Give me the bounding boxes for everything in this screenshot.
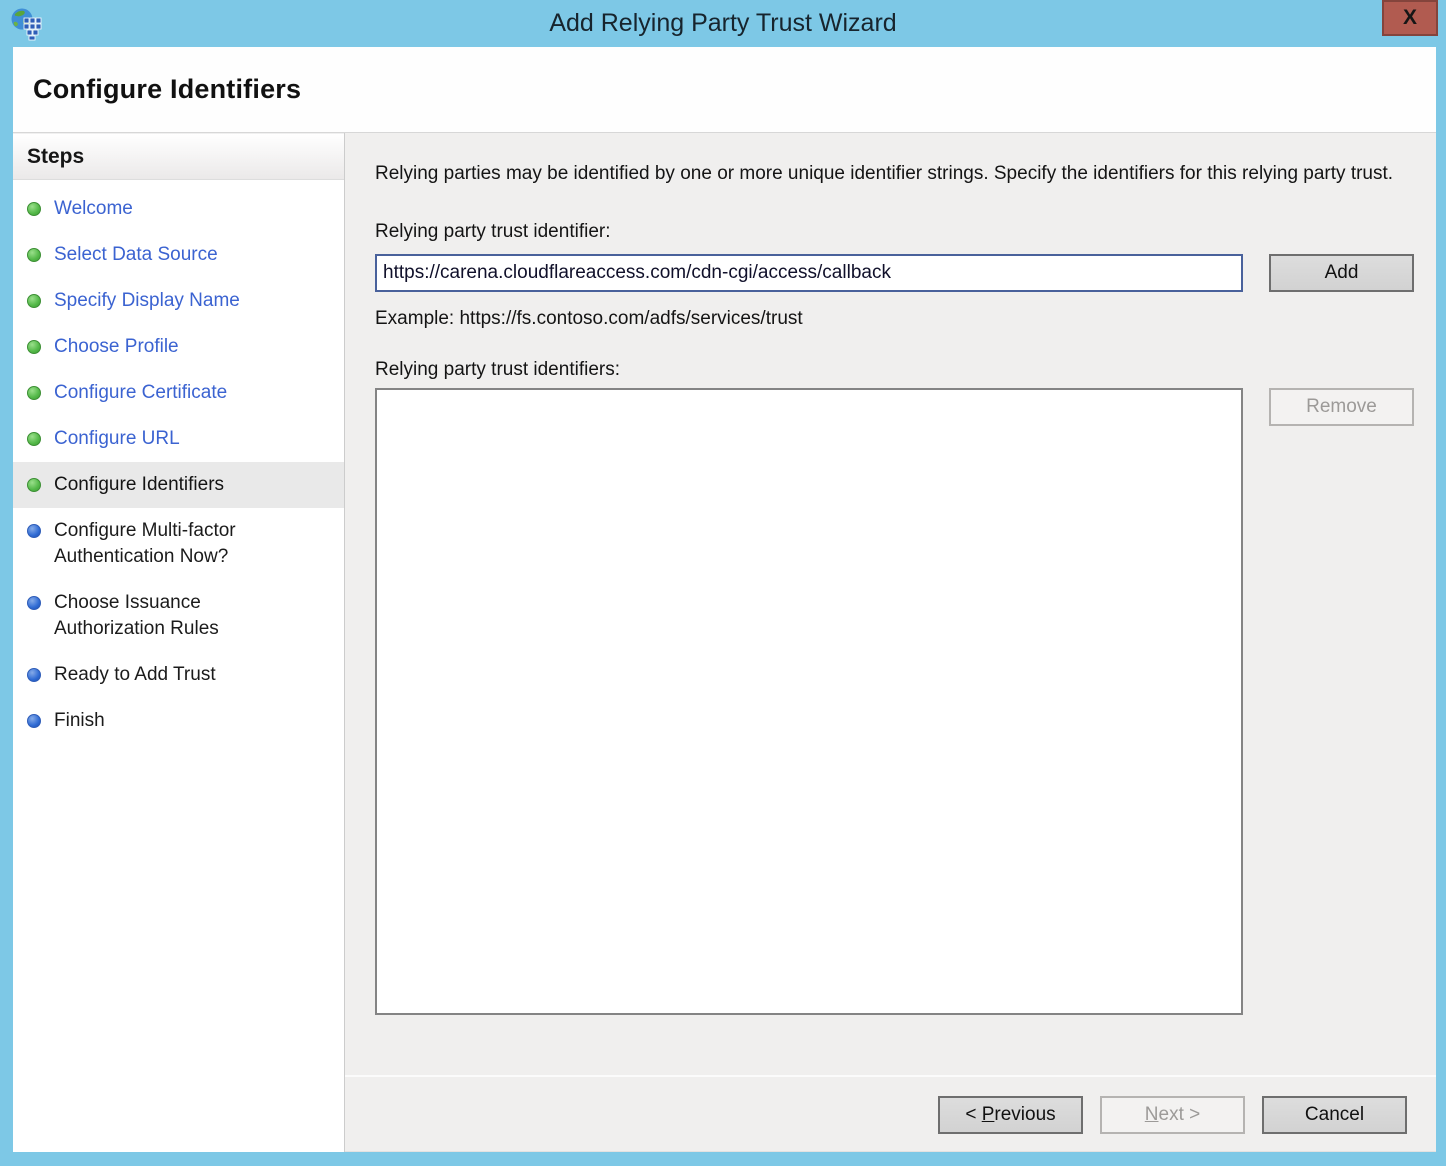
main-panel: Relying parties may be identified by one… — [345, 133, 1436, 1152]
window-title: Add Relying Party Trust Wizard — [0, 9, 1446, 38]
sidebar-item-configure-identifiers[interactable]: Configure Identifiers — [13, 462, 344, 508]
step-pending-icon — [27, 596, 41, 610]
sidebar-item-configure-certificate[interactable]: Configure Certificate — [13, 370, 344, 416]
step-pending-icon — [27, 668, 41, 682]
intro-text: Relying parties may be identified by one… — [375, 161, 1405, 188]
relying-party-identifier-input[interactable] — [375, 254, 1243, 292]
sidebar-item-ready-to-add-trust: Ready to Add Trust — [13, 652, 344, 698]
step-pending-icon — [27, 524, 41, 538]
sidebar-item-welcome[interactable]: Welcome — [13, 186, 344, 232]
sidebar-item-configure-mfa: Configure Multi-factor Authentication No… — [13, 508, 344, 580]
example-text: Example: https://fs.contoso.com/adfs/ser… — [375, 308, 1414, 330]
page-title: Configure Identifiers — [33, 74, 301, 105]
sidebar-item-select-data-source[interactable]: Select Data Source — [13, 232, 344, 278]
steps-sidebar: Steps Welcome Select Data Source Specify… — [13, 133, 345, 1152]
page-header: Configure Identifiers — [13, 47, 1436, 133]
adfs-wizard-icon — [10, 7, 42, 41]
wizard-footer: < Previous Next > Cancel — [345, 1075, 1436, 1152]
wizard-frame: Configure Identifiers Steps Welcome Sele… — [13, 47, 1436, 1152]
close-button[interactable]: X — [1382, 0, 1438, 36]
step-done-icon — [27, 202, 41, 216]
step-done-icon — [27, 386, 41, 400]
sidebar-item-choose-profile[interactable]: Choose Profile — [13, 324, 344, 370]
sidebar-item-finish: Finish — [13, 698, 344, 744]
identifier-field-label: Relying party trust identifier: — [375, 221, 1414, 243]
sidebar-item-choose-issuance-rules: Choose Issuance Authorization Rules — [13, 580, 344, 652]
close-icon: X — [1403, 6, 1417, 30]
add-button[interactable]: Add — [1269, 254, 1414, 292]
steps-list: Welcome Select Data Source Specify Displ… — [13, 186, 344, 744]
step-pending-icon — [27, 714, 41, 728]
step-done-icon — [27, 340, 41, 354]
wizard-window: Add Relying Party Trust Wizard X Configu… — [0, 0, 1446, 1166]
step-done-icon — [27, 294, 41, 308]
step-done-icon — [27, 248, 41, 262]
steps-heading: Steps — [13, 133, 344, 180]
step-done-icon — [27, 432, 41, 446]
identifiers-listbox[interactable] — [375, 388, 1243, 1015]
cancel-button[interactable]: Cancel — [1262, 1096, 1407, 1134]
previous-button[interactable]: < Previous — [938, 1096, 1083, 1134]
remove-button: Remove — [1269, 388, 1414, 426]
title-bar: Add Relying Party Trust Wizard X — [0, 0, 1446, 47]
identifiers-list-label: Relying party trust identifiers: — [375, 359, 1414, 381]
step-done-icon — [27, 478, 41, 492]
sidebar-item-configure-url[interactable]: Configure URL — [13, 416, 344, 462]
sidebar-item-specify-display-name[interactable]: Specify Display Name — [13, 278, 344, 324]
next-button: Next > — [1100, 1096, 1245, 1134]
